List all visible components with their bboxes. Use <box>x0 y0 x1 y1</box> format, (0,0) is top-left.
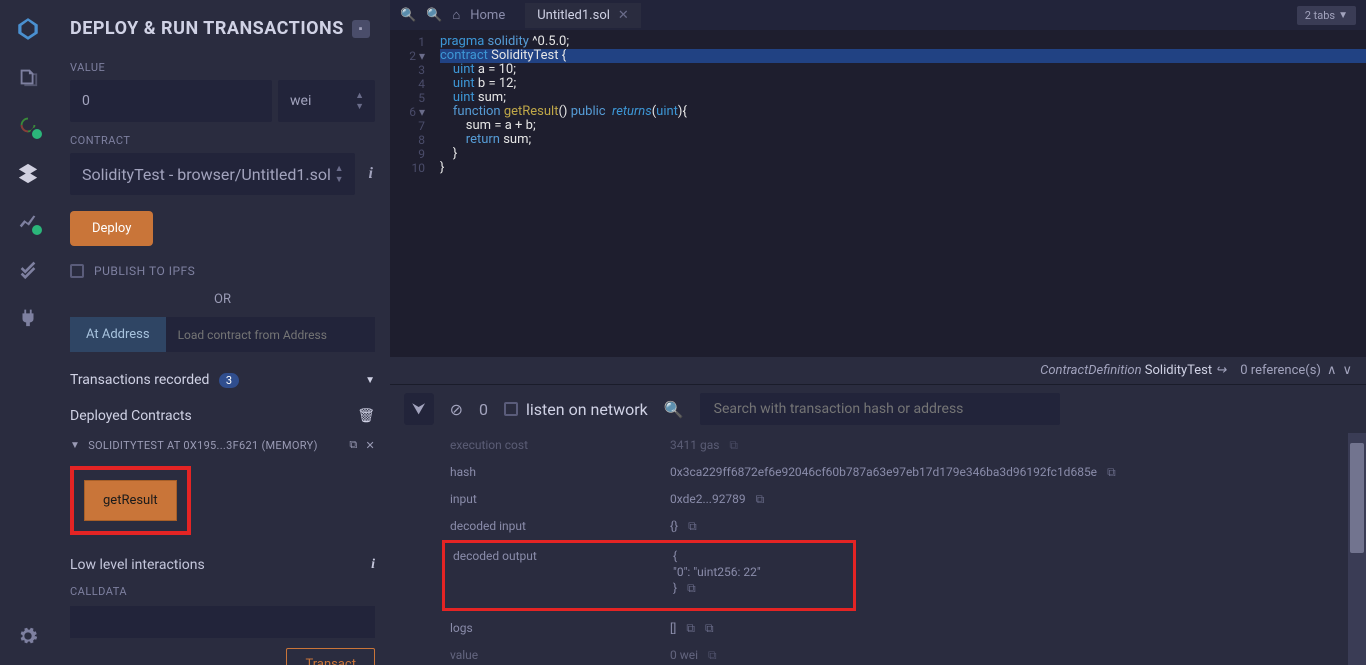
code-editor[interactable]: 1 2 ▾3 4 5 6 ▾7 8 9 10 pragma solidity ^… <box>390 30 1366 357</box>
transact-button[interactable]: Transact <box>286 648 375 665</box>
tabs-dropdown[interactable]: 2 tabs▼ <box>1297 6 1356 25</box>
contract-select[interactable]: SolidityTest - browser/Untitled1.sol▲▼ <box>70 153 355 195</box>
zoom-out-icon[interactable]: 🔍 <box>426 8 442 23</box>
copy-icon[interactable]: ⧉ <box>686 621 695 636</box>
editor-code[interactable]: pragma solidity ^0.5.0;contract Solidity… <box>435 30 1366 357</box>
calldata-label: CALLDATA <box>70 585 375 598</box>
copy-icon[interactable]: ⧉ <box>708 648 717 663</box>
info-icon[interactable]: i <box>371 557 375 573</box>
close-tab-icon[interactable]: ✕ <box>618 8 629 23</box>
get-result-highlight: getResult <box>70 466 191 535</box>
copy-icon[interactable]: ⧉ <box>705 621 714 636</box>
main-area: 🔍 🔍 ⌂ Home Untitled1.sol ✕ 2 tabs▼ 1 2 ▾… <box>390 0 1366 665</box>
copy-icon[interactable]: ⧉ <box>1107 465 1116 480</box>
clear-icon[interactable]: ⊘ <box>450 400 463 419</box>
terminal-output[interactable]: execution cost3411 gas⧉ hash0x3ca229ff68… <box>390 433 1366 665</box>
or-separator: OR <box>70 292 375 307</box>
settings-icon[interactable] <box>14 622 42 650</box>
listen-network-toggle[interactable]: listen on network <box>504 400 648 419</box>
chevron-down-icon[interactable]: ▼ <box>365 375 375 386</box>
contract-label: CONTRACT <box>70 134 375 147</box>
tx-recorded-header[interactable]: Transactions recorded 3 ▼ <box>70 372 375 388</box>
copy-icon[interactable]: ⧉ <box>687 581 696 596</box>
collapse-icon[interactable]: ⮟ <box>404 393 434 425</box>
copy-icon[interactable]: ⧉ <box>756 492 765 507</box>
panel-menu-icon[interactable]: ▪ <box>352 20 370 38</box>
deployed-contract-item[interactable]: ▼ SOLIDITYTEST AT 0X195...3F621 (MEMORY)… <box>70 438 375 452</box>
low-level-header: Low level interactions i <box>70 557 375 573</box>
get-result-button[interactable]: getResult <box>84 480 177 521</box>
tx-search-input[interactable] <box>700 393 1060 425</box>
deployed-contracts-header: Deployed Contracts 🗑 <box>70 408 375 424</box>
check-icon[interactable] <box>14 255 42 283</box>
unit-select[interactable]: wei▲▼ <box>278 80 375 122</box>
home-icon[interactable]: ⌂ <box>452 7 460 23</box>
copy-icon[interactable]: ⧉ <box>729 438 738 453</box>
copy-icon[interactable]: ⧉ <box>688 519 697 534</box>
editor-info-bar: ContractDefinition SolidityTest ↪ 0 refe… <box>390 357 1366 384</box>
panel-title: DEPLOY & RUN TRANSACTIONS ▪ <box>70 0 375 49</box>
plug-icon[interactable] <box>14 303 42 331</box>
deploy-button[interactable]: Deploy <box>70 211 153 246</box>
active-tab[interactable]: Untitled1.sol ✕ <box>525 3 641 28</box>
tx-count-badge: 3 <box>219 373 239 388</box>
value-label: VALUE <box>70 61 375 74</box>
chevron-down-icon[interactable]: ▼ <box>70 440 80 451</box>
analytics-icon[interactable] <box>14 207 42 235</box>
editor-gutter: 1 2 ▾3 4 5 6 ▾7 8 9 10 <box>390 30 435 357</box>
files-icon[interactable] <box>14 63 42 91</box>
terminal-scrollbar[interactable] <box>1348 433 1366 665</box>
copy-icon[interactable]: ⧉ <box>349 438 357 452</box>
compile-icon[interactable] <box>14 111 42 139</box>
search-icon[interactable]: 🔍 <box>664 400 684 419</box>
editor-tabs-bar: 🔍 🔍 ⌂ Home Untitled1.sol ✕ 2 tabs▼ <box>390 0 1366 30</box>
trash-icon[interactable]: 🗑 <box>357 408 375 424</box>
publish-ipfs-row[interactable]: PUBLISH TO IPFS <box>70 264 375 278</box>
deploy-run-panel: DEPLOY & RUN TRANSACTIONS ▪ VALUE wei▲▼ … <box>55 0 390 665</box>
share-icon[interactable]: ↪ <box>1215 363 1226 378</box>
at-address-button[interactable]: At Address <box>70 317 166 352</box>
calldata-input[interactable] <box>70 606 375 638</box>
value-input[interactable] <box>70 80 272 122</box>
at-address-input[interactable] <box>166 317 375 352</box>
close-icon[interactable]: ✕ <box>365 439 375 452</box>
terminal-toolbar: ⮟ ⊘ 0 listen on network 🔍 <box>390 384 1366 433</box>
deploy-icon[interactable] <box>14 159 42 187</box>
pending-count: 0 <box>479 400 488 419</box>
home-link[interactable]: Home <box>470 8 505 23</box>
info-icon[interactable]: i <box>361 165 375 183</box>
publish-ipfs-checkbox[interactable] <box>70 264 84 278</box>
chevron-down-icon[interactable]: ∨ <box>1342 363 1352 378</box>
chevron-up-icon[interactable]: ∧ <box>1327 363 1337 378</box>
icon-sidebar <box>0 0 55 665</box>
decoded-output-highlight: decoded output{ "0": "uint256: 22" }⧉ <box>442 540 856 611</box>
logo-icon[interactable] <box>14 15 42 43</box>
zoom-in-icon[interactable]: 🔍 <box>400 8 416 23</box>
